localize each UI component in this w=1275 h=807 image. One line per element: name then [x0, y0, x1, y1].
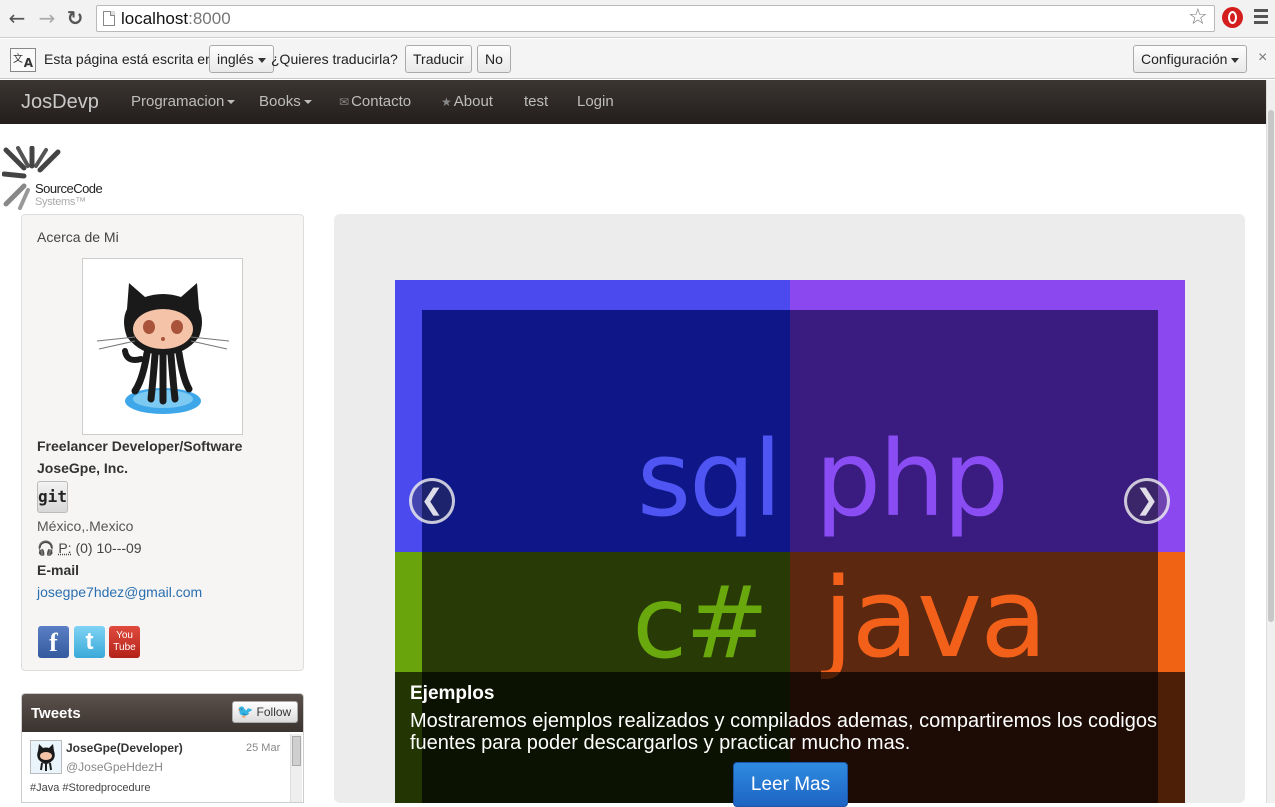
- page-scrollbar[interactable]: [1266, 80, 1275, 803]
- caption-title: Ejemplos: [410, 683, 495, 704]
- card-title: Acerca de Mi: [37, 229, 119, 245]
- tweet-text: #Java #Storedprocedure: [30, 782, 151, 794]
- nav-item-contacto[interactable]: ✉ Contacto: [339, 93, 411, 110]
- email-link[interactable]: josegpe7hdez@gmail.com: [37, 584, 202, 600]
- email-label: E-mail: [37, 562, 80, 578]
- scroll-thumb[interactable]: [1268, 110, 1274, 622]
- browser-toolbar: ← → ↻ localhost:8000 ☆: [0, 0, 1275, 38]
- facebook-icon[interactable]: f: [38, 626, 69, 658]
- translate-button[interactable]: Traducir: [405, 45, 472, 73]
- nav-item-about[interactable]: ★ About: [441, 93, 493, 110]
- brand-link[interactable]: JosDevp: [21, 91, 99, 114]
- word-csharp: c#: [632, 564, 769, 681]
- chevron-down-icon: [257, 57, 266, 63]
- chevron-down-icon: [1231, 57, 1240, 63]
- profile-location: México,.Mexico: [37, 518, 134, 534]
- forward-arrow-icon[interactable]: →: [36, 7, 58, 29]
- chevron-down-icon: [227, 100, 236, 105]
- profile-role: Freelancer Developer/Software: [37, 438, 243, 454]
- tweets-scrollbar[interactable]: [290, 734, 302, 802]
- octocat-icon: [37, 744, 55, 771]
- profile-phone: 🎧 P: (0) 10---09: [37, 540, 142, 557]
- tweet-date[interactable]: 25 Mar: [246, 742, 280, 754]
- translate-icon: 文A: [10, 48, 36, 72]
- nav-item-programacion[interactable]: Programacion: [131, 93, 236, 110]
- sourcecode-logo: SourceCode Systems™: [1, 145, 112, 212]
- octocat-avatar: [82, 258, 243, 435]
- headphones-icon: 🎧: [37, 541, 55, 557]
- chevron-down-icon: [303, 100, 312, 105]
- translate-question: ¿Quieres traducirla?: [271, 51, 398, 67]
- git-icon[interactable]: git: [37, 481, 68, 513]
- language-select[interactable]: inglés: [209, 45, 274, 73]
- word-php: php: [815, 418, 1009, 540]
- carousel-next-button[interactable]: ❯: [1124, 478, 1170, 524]
- star-icon: ★: [441, 95, 452, 109]
- page-icon: [103, 11, 115, 26]
- bookmark-star-icon[interactable]: ☆: [1188, 5, 1208, 30]
- tweets-header: Tweets 🐦 Follow: [22, 694, 303, 732]
- word-java: java: [823, 554, 1047, 682]
- nav-item-login[interactable]: Login: [577, 93, 614, 110]
- word-sql: sql: [636, 418, 782, 540]
- follow-button[interactable]: 🐦 Follow: [232, 701, 298, 723]
- address-bar[interactable]: localhost:8000: [96, 5, 1215, 32]
- logo-subtext: Systems™: [35, 196, 86, 208]
- envelope-icon: ✉: [339, 95, 350, 109]
- extension-icon[interactable]: [1222, 7, 1243, 28]
- reload-icon[interactable]: ↻: [64, 7, 86, 29]
- url-text[interactable]: localhost:8000: [121, 9, 231, 29]
- leer-mas-button[interactable]: Leer Mas: [733, 762, 848, 807]
- tweets-title: Tweets: [31, 705, 81, 722]
- profile-company: JoseGpe, Inc.: [37, 460, 129, 476]
- menu-icon[interactable]: [1254, 9, 1268, 27]
- about-me-card: Acerca de Mi Freelancer Developer/Softwa…: [21, 214, 304, 671]
- back-arrow-icon[interactable]: ←: [6, 7, 28, 29]
- translate-bar: 文A Esta página está escrita en inglés ¿Q…: [0, 39, 1275, 79]
- close-icon[interactable]: ×: [1258, 49, 1267, 67]
- nav-item-books[interactable]: Books: [259, 93, 312, 110]
- caption-text: Mostraremos ejemplos realizados y compil…: [410, 710, 1157, 754]
- twitter-bird-icon: 🐦: [237, 705, 254, 720]
- youtube-icon[interactable]: You Tube: [109, 626, 140, 658]
- site-navbar: JosDevp Programacion Books ✉ Contacto ★ Ab…: [0, 80, 1266, 124]
- translate-config-button[interactable]: Configuración: [1133, 45, 1248, 73]
- octocat-icon: [96, 283, 230, 414]
- tweet-handle[interactable]: @JoseGpeHdezH: [66, 760, 163, 774]
- no-translate-button[interactable]: No: [477, 45, 511, 73]
- tweets-widget: Tweets 🐦 Follow JoseGpe(Developer) @Jose…: [21, 693, 304, 803]
- tweet-avatar[interactable]: [30, 740, 62, 774]
- nav-item-test[interactable]: test: [524, 93, 548, 110]
- tweets-scroll-thumb[interactable]: [292, 736, 301, 766]
- logo-text: SourceCode: [35, 181, 103, 196]
- translate-prefix: Esta página está escrita en: [44, 51, 213, 67]
- tweet-author[interactable]: JoseGpe(Developer): [66, 741, 183, 755]
- carousel: sql php c# java Ejemplos Mostraremos eje…: [395, 280, 1185, 803]
- carousel-prev-button[interactable]: ❮: [409, 478, 455, 524]
- twitter-icon[interactable]: t: [74, 626, 105, 658]
